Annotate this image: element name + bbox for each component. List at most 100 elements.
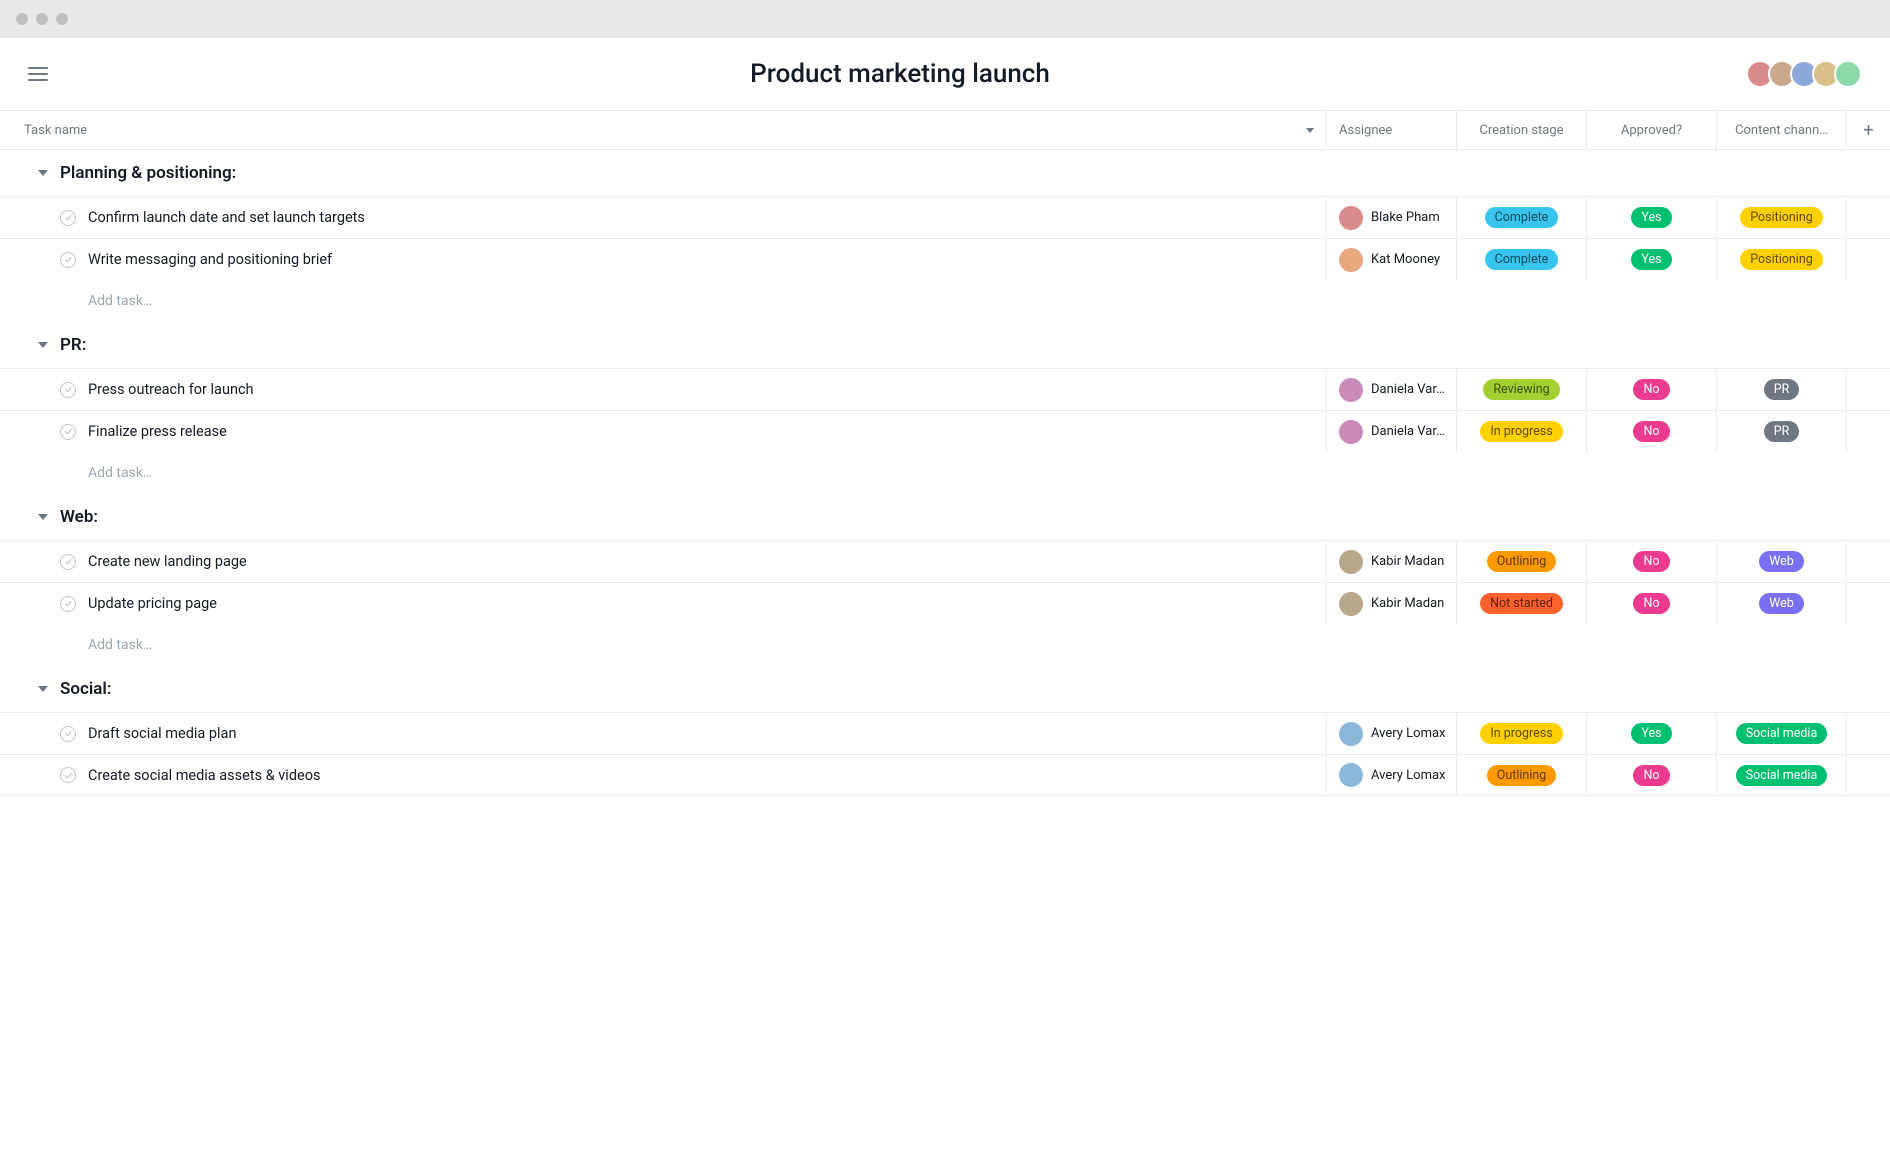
assignee-cell[interactable]: Kabir Madan (1326, 541, 1456, 582)
channel-cell[interactable]: Social media (1716, 713, 1846, 754)
task-name-cell: Confirm launch date and set launch targe… (0, 209, 1326, 226)
window-control-dot[interactable] (36, 13, 48, 25)
add-task-button[interactable]: Add task… (0, 452, 1890, 494)
app-header: Product marketing launch (0, 38, 1890, 110)
window-control-dot[interactable] (56, 13, 68, 25)
assignee-name: Kabir Madan (1371, 554, 1444, 569)
assignee-cell[interactable]: Avery Lomax (1326, 755, 1456, 795)
stage-cell[interactable]: Complete (1456, 197, 1586, 238)
stage-cell[interactable]: Complete (1456, 239, 1586, 280)
stage-cell[interactable]: In progress (1456, 411, 1586, 452)
complete-checkbox[interactable] (60, 767, 76, 783)
approved-pill: No (1633, 421, 1669, 442)
column-header-channel[interactable]: Content chann… (1716, 111, 1846, 149)
stage-cell[interactable]: Outlining (1456, 755, 1586, 795)
stage-cell[interactable]: In progress (1456, 713, 1586, 754)
section: Planning & positioning: Confirm launch da… (0, 150, 1890, 322)
approved-cell[interactable]: No (1586, 369, 1716, 410)
approved-cell[interactable]: No (1586, 755, 1716, 795)
section-header[interactable]: Planning & positioning: (0, 150, 1890, 196)
assignee-name: Daniela Var… (1371, 382, 1445, 397)
task-name: Draft social media plan (88, 725, 236, 742)
task-row[interactable]: Create social media assets & videosAvery… (0, 754, 1890, 796)
column-header-assignee[interactable]: Assignee (1326, 111, 1456, 149)
section-header[interactable]: Web: (0, 494, 1890, 540)
stage-cell[interactable]: Reviewing (1456, 369, 1586, 410)
menu-icon[interactable] (28, 67, 48, 81)
complete-checkbox[interactable] (60, 252, 76, 268)
task-row[interactable]: Write messaging and positioning brief Kat… (0, 238, 1890, 280)
task-row[interactable]: Update pricing pageKabir MadanNot starte… (0, 582, 1890, 624)
stage-pill: Outlining (1487, 551, 1557, 572)
section: Web: Create new landing pageKabir MadanOu… (0, 494, 1890, 666)
column-header-task[interactable]: Task name (0, 123, 1326, 138)
avatar (1339, 206, 1363, 230)
add-task-button[interactable]: Add task… (0, 280, 1890, 322)
stage-pill: In progress (1480, 723, 1562, 744)
channel-cell[interactable]: Positioning (1716, 239, 1846, 280)
assignee-cell[interactable]: Blake Pham (1326, 197, 1456, 238)
task-row[interactable]: Draft social media plan Avery Lomax In pro… (0, 712, 1890, 754)
channel-cell[interactable]: Social media (1716, 755, 1846, 795)
task-name: Confirm launch date and set launch targe… (88, 209, 365, 226)
channel-cell[interactable]: Positioning (1716, 197, 1846, 238)
page-title: Product marketing launch (48, 59, 1752, 89)
approved-cell[interactable]: No (1586, 541, 1716, 582)
channel-pill: Positioning (1740, 249, 1823, 270)
section-caret-icon[interactable] (38, 686, 48, 692)
assignee-cell[interactable]: Daniela Var… (1326, 369, 1456, 410)
add-column-button[interactable]: + (1846, 111, 1890, 149)
task-name: Write messaging and positioning brief (88, 251, 332, 268)
task-row[interactable]: Create new landing pageKabir MadanOutlin… (0, 540, 1890, 582)
section-title: Web: (60, 507, 98, 527)
row-extra-cell (1846, 713, 1890, 754)
channel-cell[interactable]: Web (1716, 541, 1846, 582)
row-extra-cell (1846, 541, 1890, 582)
column-header-approved[interactable]: Approved? (1586, 111, 1716, 149)
approved-cell[interactable]: No (1586, 411, 1716, 452)
complete-checkbox[interactable] (60, 210, 76, 226)
channel-cell[interactable]: PR (1716, 411, 1846, 452)
channel-cell[interactable]: PR (1716, 369, 1846, 410)
section-caret-icon[interactable] (38, 514, 48, 520)
section-header[interactable]: PR: (0, 322, 1890, 368)
channel-pill: PR (1764, 379, 1800, 400)
task-name-cell: Write messaging and positioning brief (0, 251, 1326, 268)
stage-cell[interactable]: Outlining (1456, 541, 1586, 582)
assignee-cell[interactable]: Daniela Var… (1326, 411, 1456, 452)
complete-checkbox[interactable] (60, 726, 76, 742)
channel-cell[interactable]: Web (1716, 583, 1846, 624)
section-header[interactable]: Social: (0, 666, 1890, 712)
approved-pill: Yes (1631, 207, 1671, 228)
columns-header: Task name Assignee Creation stage Approv… (0, 110, 1890, 150)
assignee-name: Blake Pham (1371, 210, 1440, 225)
add-task-button[interactable]: Add task… (0, 624, 1890, 666)
approved-cell[interactable]: Yes (1586, 239, 1716, 280)
task-row[interactable]: Press outreach for launchDaniela Var…Rev… (0, 368, 1890, 410)
channel-pill: Social media (1736, 723, 1828, 744)
complete-checkbox[interactable] (60, 596, 76, 612)
section: Social: Draft social media plan Avery Loma… (0, 666, 1890, 796)
approved-cell[interactable]: Yes (1586, 713, 1716, 754)
approved-cell[interactable]: No (1586, 583, 1716, 624)
task-row[interactable]: Finalize press releaseDaniela Var…In pro… (0, 410, 1890, 452)
assignee-cell[interactable]: Avery Lomax (1326, 713, 1456, 754)
assignee-cell[interactable]: Kat Mooney (1326, 239, 1456, 280)
section-caret-icon[interactable] (38, 170, 48, 176)
column-header-stage[interactable]: Creation stage (1456, 111, 1586, 149)
complete-checkbox[interactable] (60, 554, 76, 570)
chevron-down-icon[interactable] (1306, 128, 1314, 133)
section-title: Social: (60, 679, 111, 699)
complete-checkbox[interactable] (60, 424, 76, 440)
avatar[interactable] (1834, 60, 1862, 88)
assignee-cell[interactable]: Kabir Madan (1326, 583, 1456, 624)
channel-pill: Web (1759, 593, 1804, 614)
avatar (1339, 378, 1363, 402)
complete-checkbox[interactable] (60, 382, 76, 398)
section-caret-icon[interactable] (38, 342, 48, 348)
window-control-dot[interactable] (16, 13, 28, 25)
stage-cell[interactable]: Not started (1456, 583, 1586, 624)
approved-cell[interactable]: Yes (1586, 197, 1716, 238)
collaborator-avatars[interactable] (1752, 60, 1862, 88)
task-row[interactable]: Confirm launch date and set launch targe… (0, 196, 1890, 238)
